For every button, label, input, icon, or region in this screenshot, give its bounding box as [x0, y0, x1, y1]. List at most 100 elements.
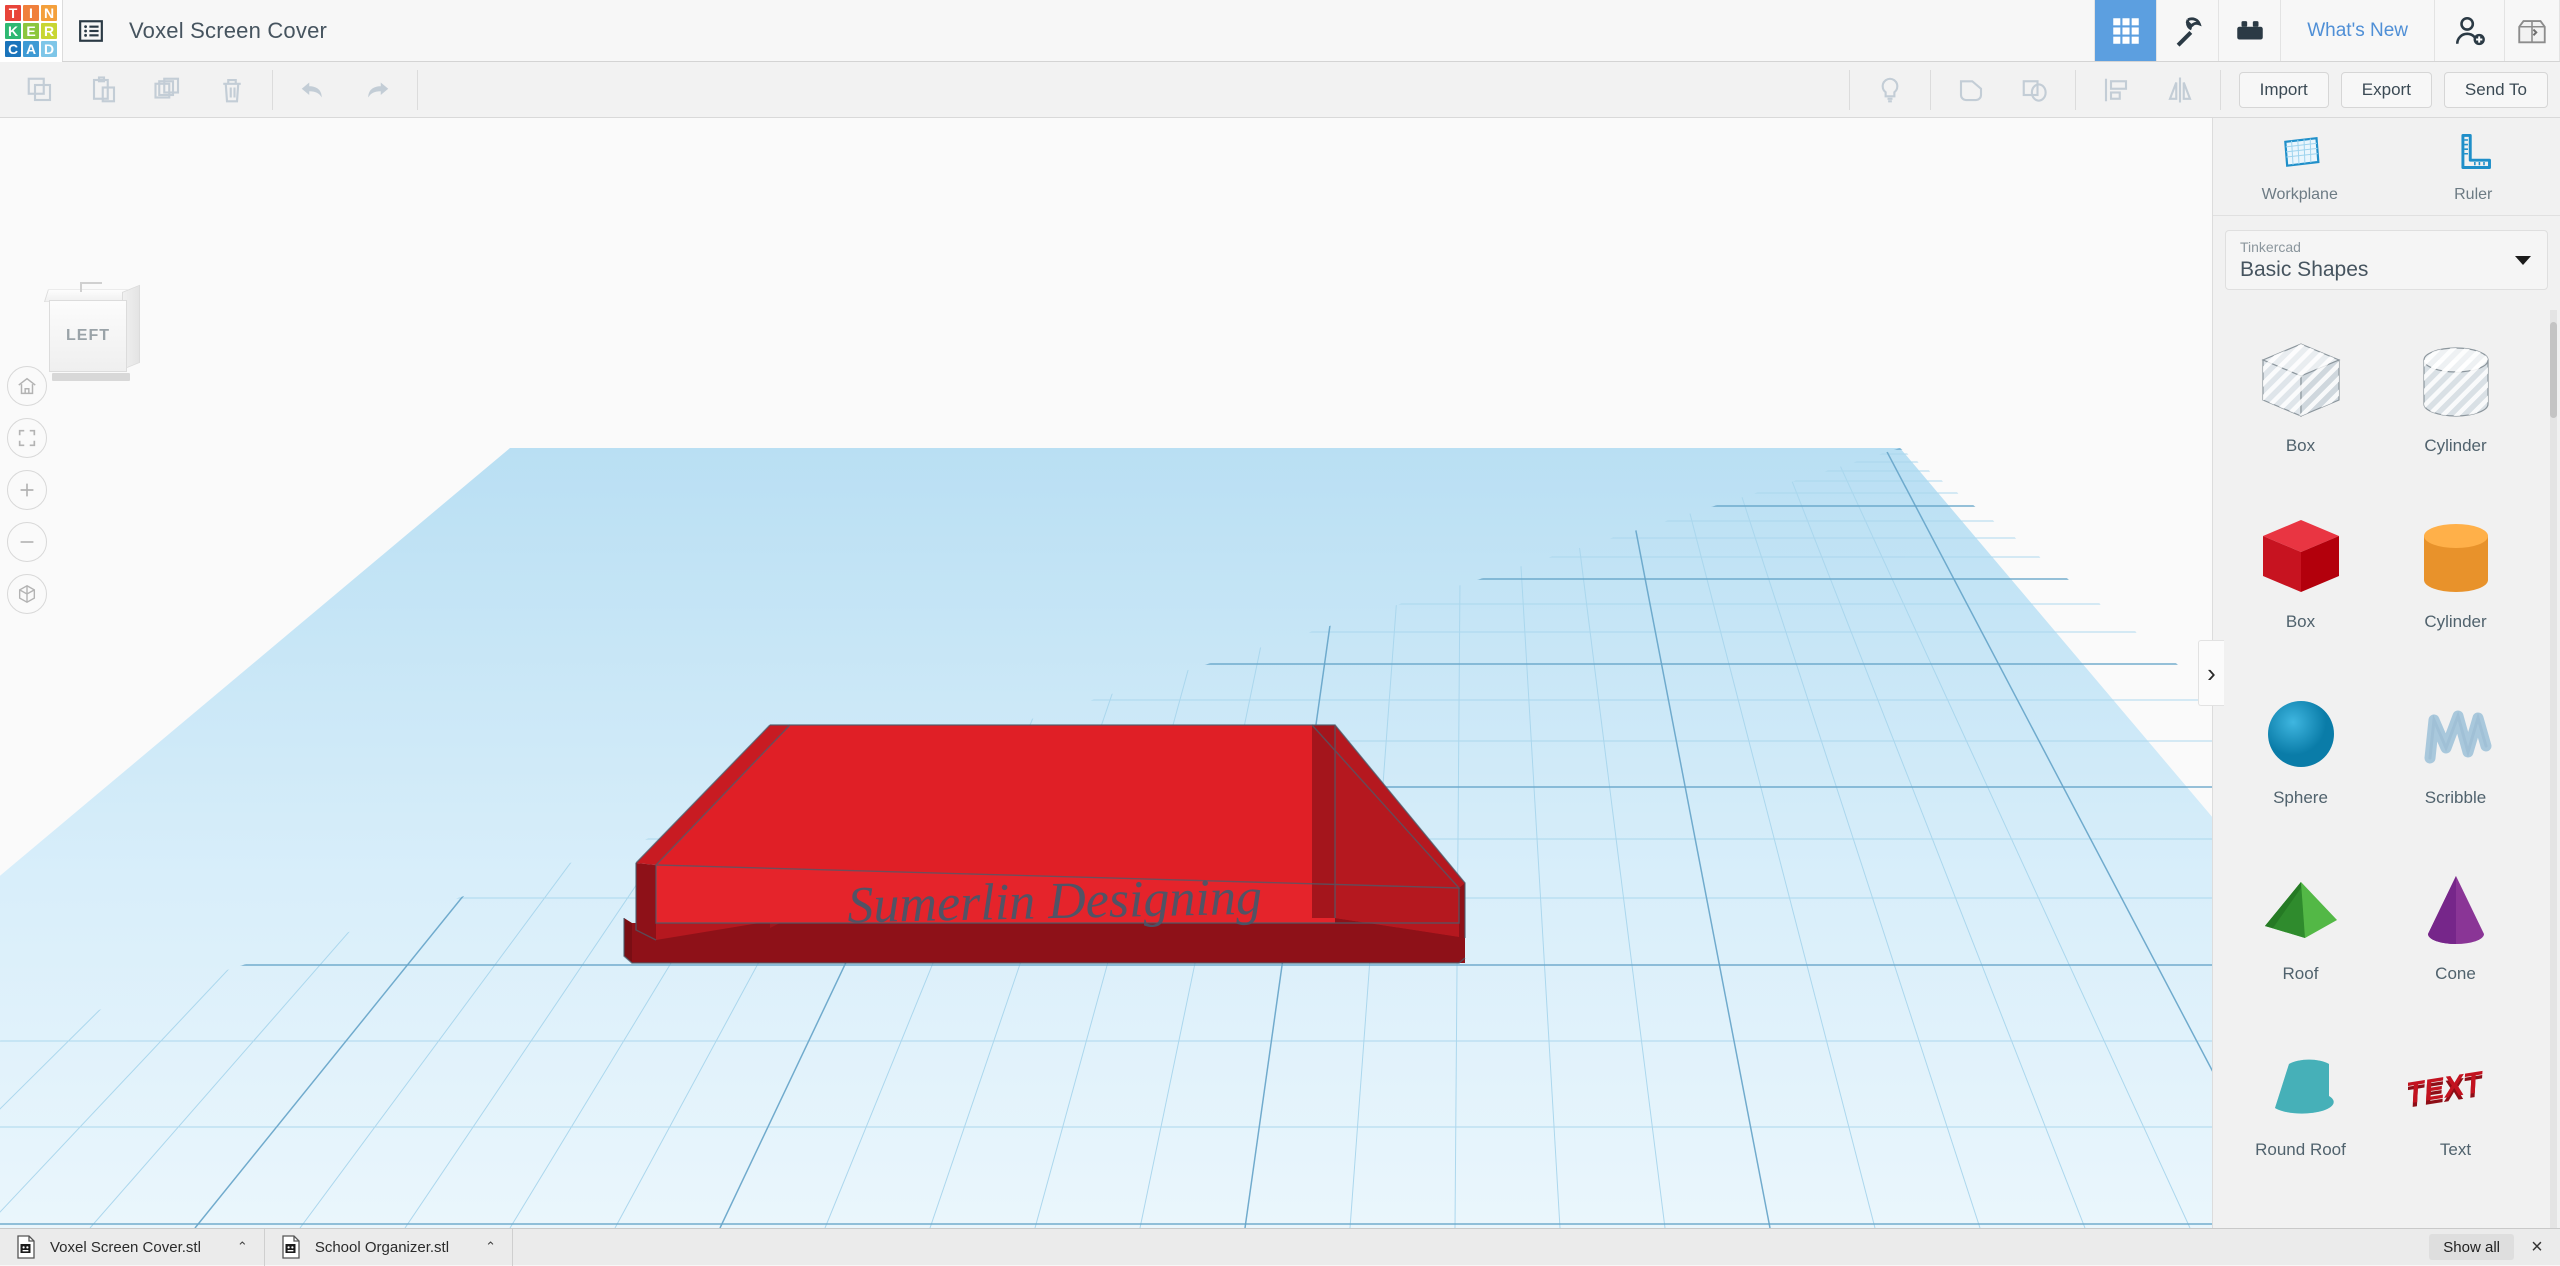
divider — [1930, 70, 1931, 110]
shape-item-cylinder-1[interactable]: Cylinder — [2378, 320, 2533, 496]
shape-row: Roof Cone — [2223, 848, 2554, 1024]
logo-tile-d: D — [41, 41, 57, 57]
view-cube-handle-icon — [80, 282, 102, 292]
chevron-up-icon[interactable]: ⌃ — [485, 1239, 496, 1255]
logo-tile-e: E — [23, 23, 39, 39]
divider — [417, 70, 418, 110]
shape-item-cone-7[interactable]: Cone — [2378, 848, 2533, 1024]
paste-icon[interactable] — [72, 62, 136, 118]
round-roof-icon — [2253, 1038, 2349, 1134]
shape-grid-scrollbar-track[interactable] — [2550, 310, 2557, 1228]
logo-tile-t: T — [5, 5, 21, 21]
logo-tile-i: I — [23, 5, 39, 21]
shape-grid-scrollbar-thumb[interactable] — [2550, 322, 2557, 418]
grid-gallery-icon[interactable] — [2094, 0, 2156, 61]
shape-label: Roof — [2283, 964, 2319, 984]
shape-library-select[interactable]: Tinkercad Basic Shapes — [2225, 230, 2548, 290]
shape-item-box-0[interactable]: Box — [2223, 320, 2378, 496]
logo-tile-c: C — [5, 41, 21, 57]
shape-item-cylinder-3[interactable]: Cylinder — [2378, 496, 2533, 672]
download-item[interactable]: School Organizer.stl ⌃ — [265, 1229, 513, 1266]
view-cube-front-face[interactable]: LEFT — [49, 300, 127, 372]
cone-icon — [2408, 862, 2504, 958]
text-shape-icon: TEXTTEXT — [2408, 1038, 2504, 1134]
close-download-bar-button[interactable]: × — [2514, 1236, 2560, 1259]
duplicate-icon[interactable] — [136, 62, 200, 118]
chevron-up-icon[interactable]: ⌃ — [237, 1239, 248, 1255]
shape-label: Box — [2286, 612, 2315, 632]
workplane-tool[interactable]: Workplane — [2213, 118, 2387, 215]
send-to-button[interactable]: Send To — [2444, 72, 2548, 108]
show-all-downloads-button[interactable]: Show all — [2429, 1234, 2514, 1260]
shape-item-scribble-5[interactable]: Scribble — [2378, 672, 2533, 848]
shape-library-group: Tinkercad — [2240, 239, 2533, 256]
align-icon[interactable] — [2084, 62, 2148, 118]
ungroup-icon[interactable] — [2003, 62, 2067, 118]
shape-row: Round Roof TEXTTEXT Text — [2223, 1024, 2554, 1200]
shape-grid[interactable]: Box Cylinder Box Cylinder Sphere Scribble R… — [2213, 310, 2560, 1228]
group-icon[interactable] — [1939, 62, 2003, 118]
shape-label: Text — [2440, 1140, 2471, 1160]
export-button[interactable]: Export — [2341, 72, 2432, 108]
shape-label: Sphere — [2273, 788, 2328, 808]
stl-file-icon — [281, 1235, 301, 1259]
scribble-icon — [2408, 686, 2504, 782]
solid-cylinder-icon — [2408, 510, 2504, 606]
solid-box-icon — [2253, 510, 2349, 606]
shape-item-sphere-4[interactable]: Sphere — [2223, 672, 2378, 848]
chevron-down-icon — [2515, 256, 2531, 265]
treasure-chest-icon[interactable] — [2504, 0, 2560, 61]
model-voxel-screen-cover: Sumerlin Designing — [624, 725, 1465, 963]
divider — [2220, 70, 2221, 110]
workplane-grid: Sumerlin Designing — [0, 118, 2212, 1228]
shape-item-round-roof-8[interactable]: Round Roof — [2223, 1024, 2378, 1200]
redo-icon[interactable] — [345, 62, 409, 118]
zoom-in-button[interactable] — [7, 470, 47, 510]
shape-label: Round Roof — [2255, 1140, 2346, 1160]
top-bar: TINKERCAD Voxel Screen Cover What's New — [0, 0, 2560, 62]
whats-new-button[interactable]: What's New — [2280, 0, 2434, 61]
add-person-icon[interactable] — [2434, 0, 2504, 61]
projection-toggle-button[interactable] — [7, 574, 47, 614]
ruler-icon — [2451, 129, 2495, 178]
notes-lightbulb-icon[interactable] — [1858, 62, 1922, 118]
shape-row: Box Cylinder — [2223, 496, 2554, 672]
pickaxe-icon[interactable] — [2156, 0, 2218, 61]
shape-label: Cylinder — [2424, 436, 2486, 456]
shape-item-box-2[interactable]: Box — [2223, 496, 2378, 672]
workplane-icon — [2278, 129, 2322, 178]
undo-icon[interactable] — [281, 62, 345, 118]
fit-to-view-button[interactable] — [7, 418, 47, 458]
download-item[interactable]: Voxel Screen Cover.stl ⌃ — [0, 1229, 265, 1266]
lego-brick-icon[interactable] — [2218, 0, 2280, 61]
shape-label: Cone — [2435, 964, 2476, 984]
mirror-icon[interactable] — [2148, 62, 2212, 118]
home-view-button[interactable] — [7, 366, 47, 406]
download-filename: Voxel Screen Cover.stl — [50, 1239, 201, 1256]
copy-icon[interactable] — [8, 62, 72, 118]
shape-label: Scribble — [2425, 788, 2486, 808]
view-cube[interactable]: LEFT — [36, 278, 141, 388]
shape-library-value: Basic Shapes — [2240, 256, 2533, 283]
stl-file-icon — [16, 1235, 36, 1259]
shape-item-roof-6[interactable]: Roof — [2223, 848, 2378, 1024]
shape-row: Sphere Scribble — [2223, 672, 2554, 848]
zoom-out-button[interactable] — [7, 522, 47, 562]
logo-tile-r: R — [41, 23, 57, 39]
tinkercad-logo[interactable]: TINKERCAD — [0, 0, 62, 62]
divider — [272, 70, 273, 110]
panel-tools: Workplane Ruler — [2213, 118, 2560, 216]
hole-cylinder-icon — [2408, 334, 2504, 430]
ruler-tool[interactable]: Ruler — [2387, 118, 2560, 215]
shape-item-text-9[interactable]: TEXTTEXT Text — [2378, 1024, 2533, 1200]
collapse-panel-button[interactable]: › — [2198, 640, 2224, 706]
viewport-nav-buttons — [7, 366, 47, 626]
logo-tile-n: N — [41, 5, 57, 21]
shape-label: Cylinder — [2424, 612, 2486, 632]
import-button[interactable]: Import — [2239, 72, 2329, 108]
3d-viewport[interactable]: Sumerlin Designing LEFT Edit Grid Snap G… — [0, 118, 2212, 1228]
view-cube-base — [52, 373, 130, 381]
shape-label: Box — [2286, 436, 2315, 456]
document-list-icon[interactable] — [63, 0, 119, 61]
delete-icon[interactable] — [200, 62, 264, 118]
